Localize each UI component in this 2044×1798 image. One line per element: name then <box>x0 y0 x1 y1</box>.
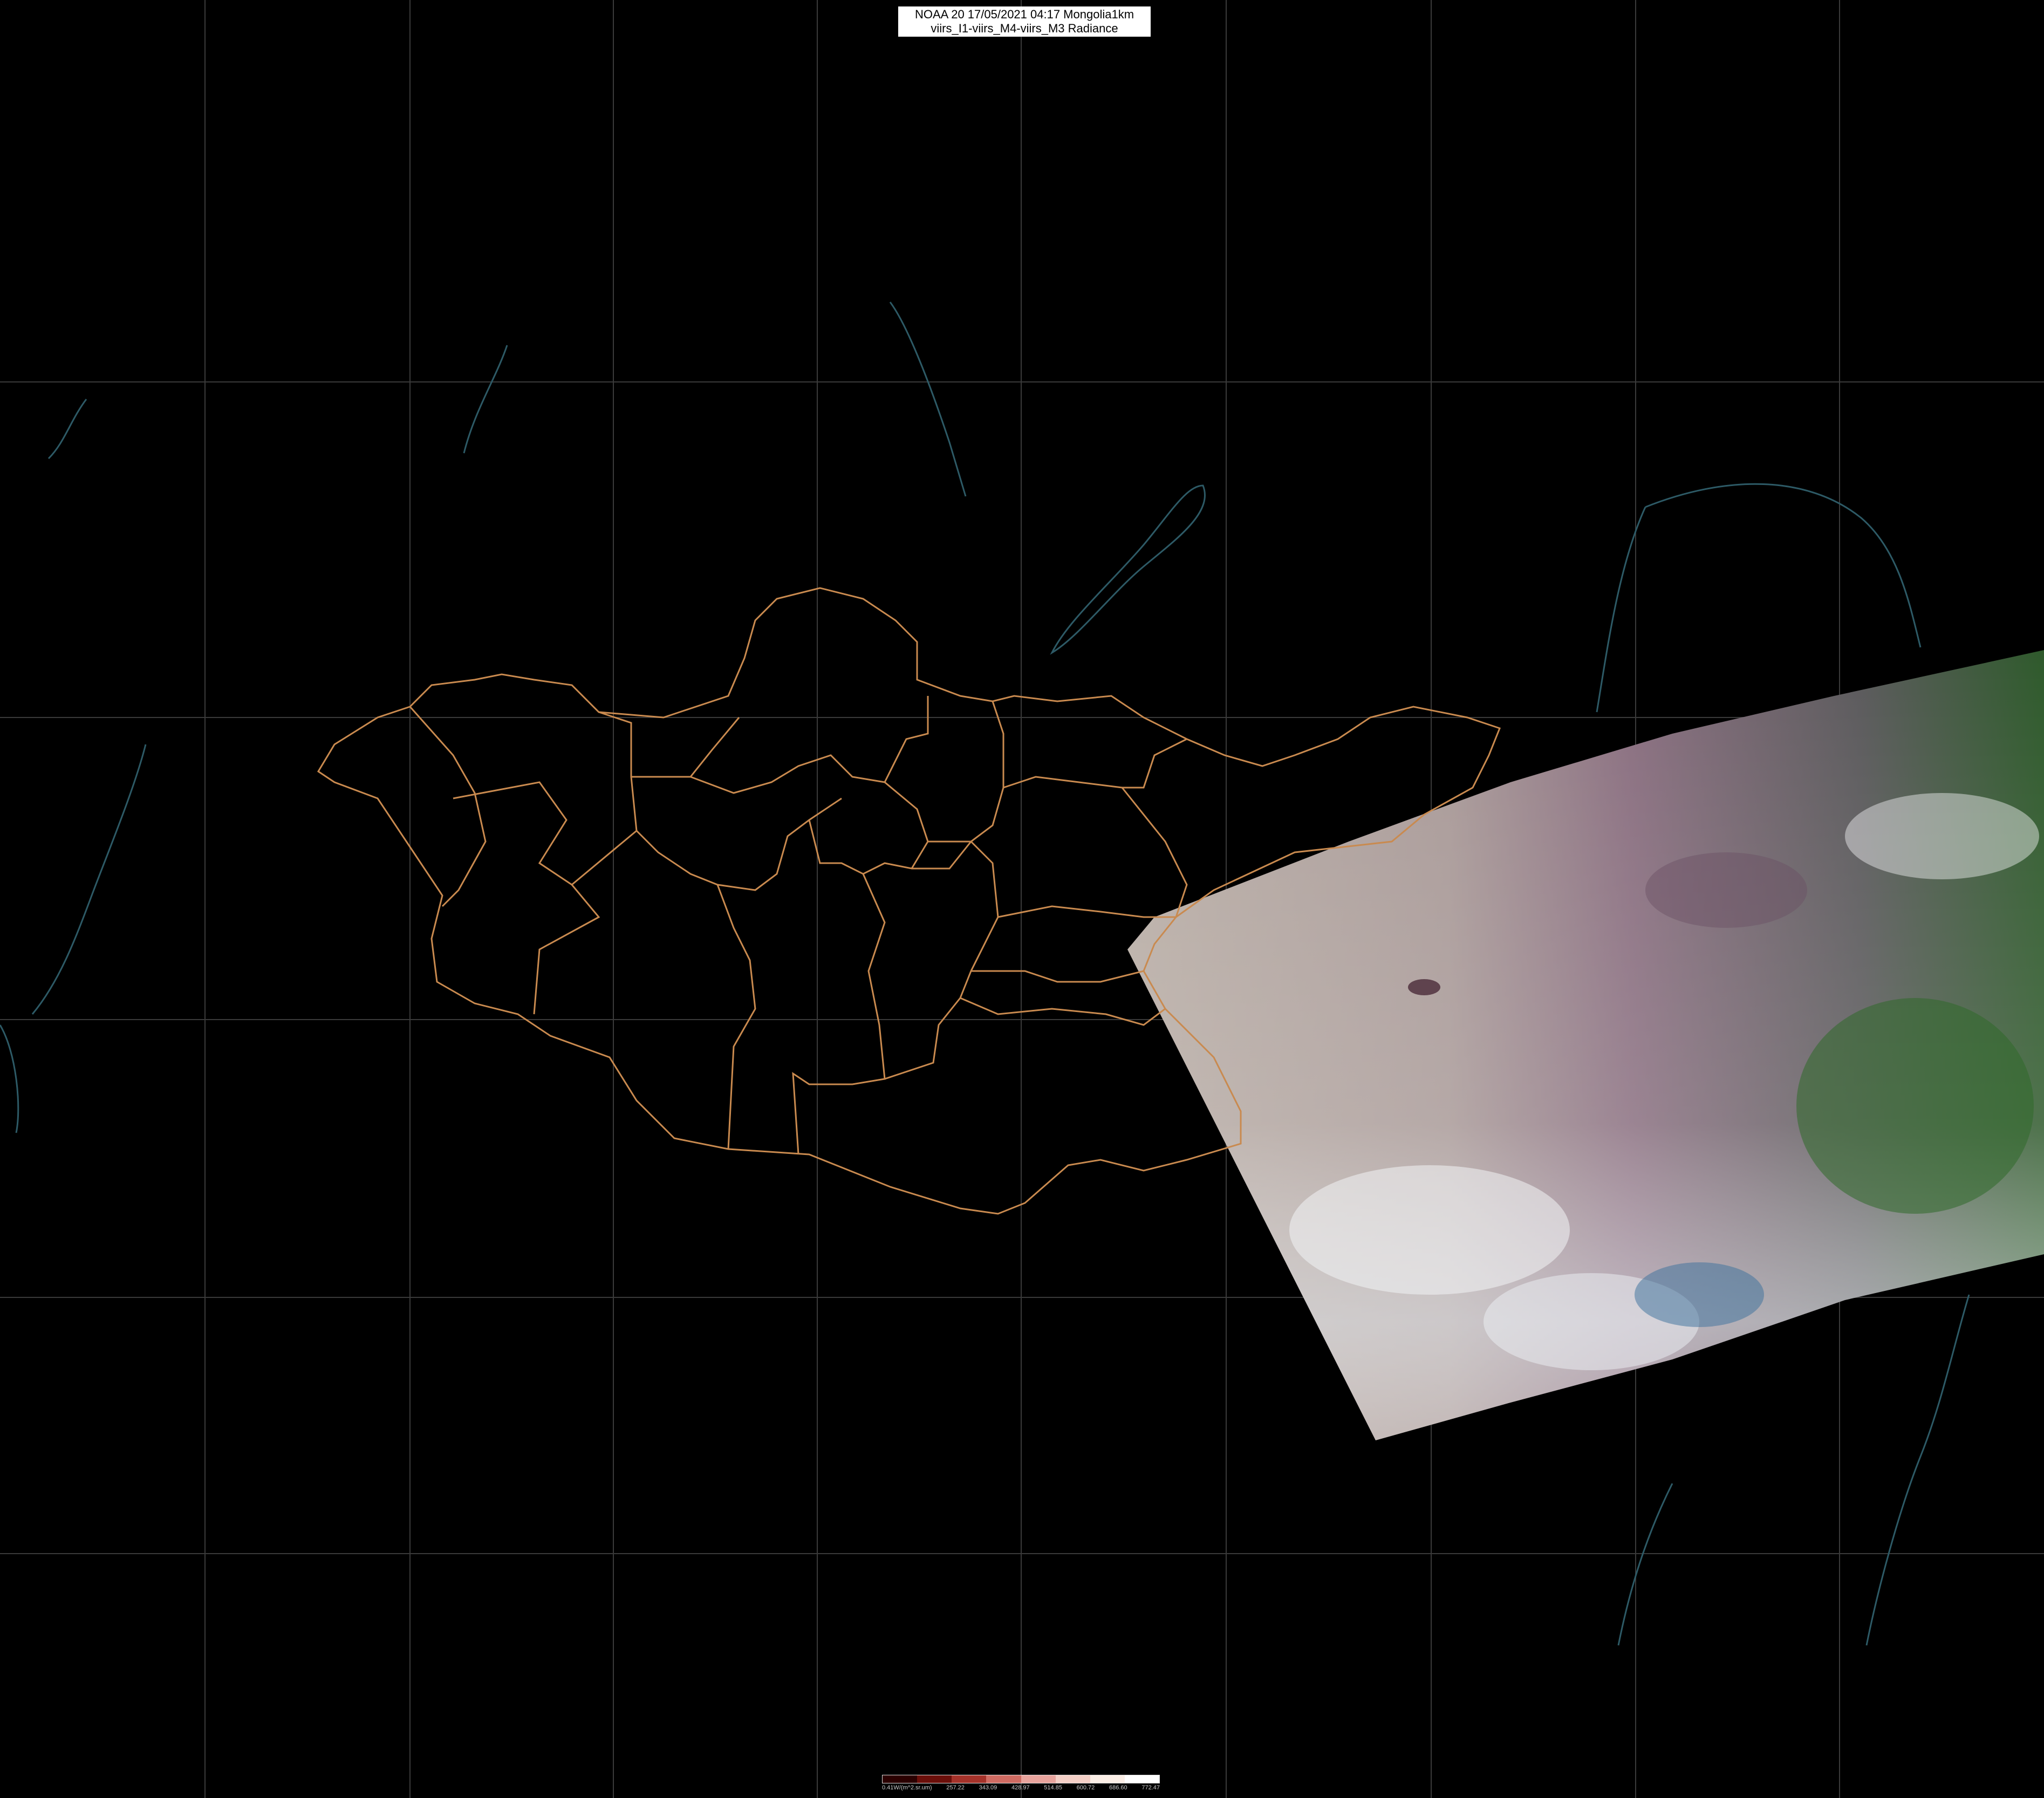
image-title: NOAA 20 17/05/2021 04:17 Mongolia1km vii… <box>898 6 1151 37</box>
legend-swatch <box>1124 1775 1159 1783</box>
legend-color-bar <box>882 1775 1160 1783</box>
legend-tick-label: 257.22 <box>946 1785 965 1791</box>
legend-tick-label: 772.47 <box>1141 1785 1160 1791</box>
legend-tick-label: 0.41W/(m^2.sr.um) <box>882 1785 932 1791</box>
satellite-map <box>0 0 2044 1798</box>
legend-tick-label: 686.60 <box>1109 1785 1127 1791</box>
color-legend: 0.41W/(m^2.sr.um) 257.22 343.09 428.97 514.8… <box>882 1775 1160 1794</box>
legend-tick-label: 514.85 <box>1044 1785 1062 1791</box>
legend-swatch <box>917 1775 952 1783</box>
legend-swatch <box>986 1775 1021 1783</box>
legend-swatch <box>952 1775 987 1783</box>
satellite-swath <box>1127 650 2044 1440</box>
legend-swatch <box>1090 1775 1125 1783</box>
legend-swatch <box>1055 1775 1090 1783</box>
legend-tick-label: 428.97 <box>1011 1785 1030 1791</box>
legend-swatch <box>1021 1775 1056 1783</box>
title-line-1: NOAA 20 17/05/2021 04:17 Mongolia1km <box>914 8 1134 21</box>
legend-tick-label: 600.72 <box>1076 1785 1095 1791</box>
title-line-2: viirs_I1-viirs_M4-viirs_M3 Radiance <box>931 22 1118 35</box>
legend-swatch <box>883 1775 918 1783</box>
legend-tick-label: 343.09 <box>979 1785 997 1791</box>
legend-tick-labels: 0.41W/(m^2.sr.um) 257.22 343.09 428.97 514.8… <box>882 1785 1160 1791</box>
